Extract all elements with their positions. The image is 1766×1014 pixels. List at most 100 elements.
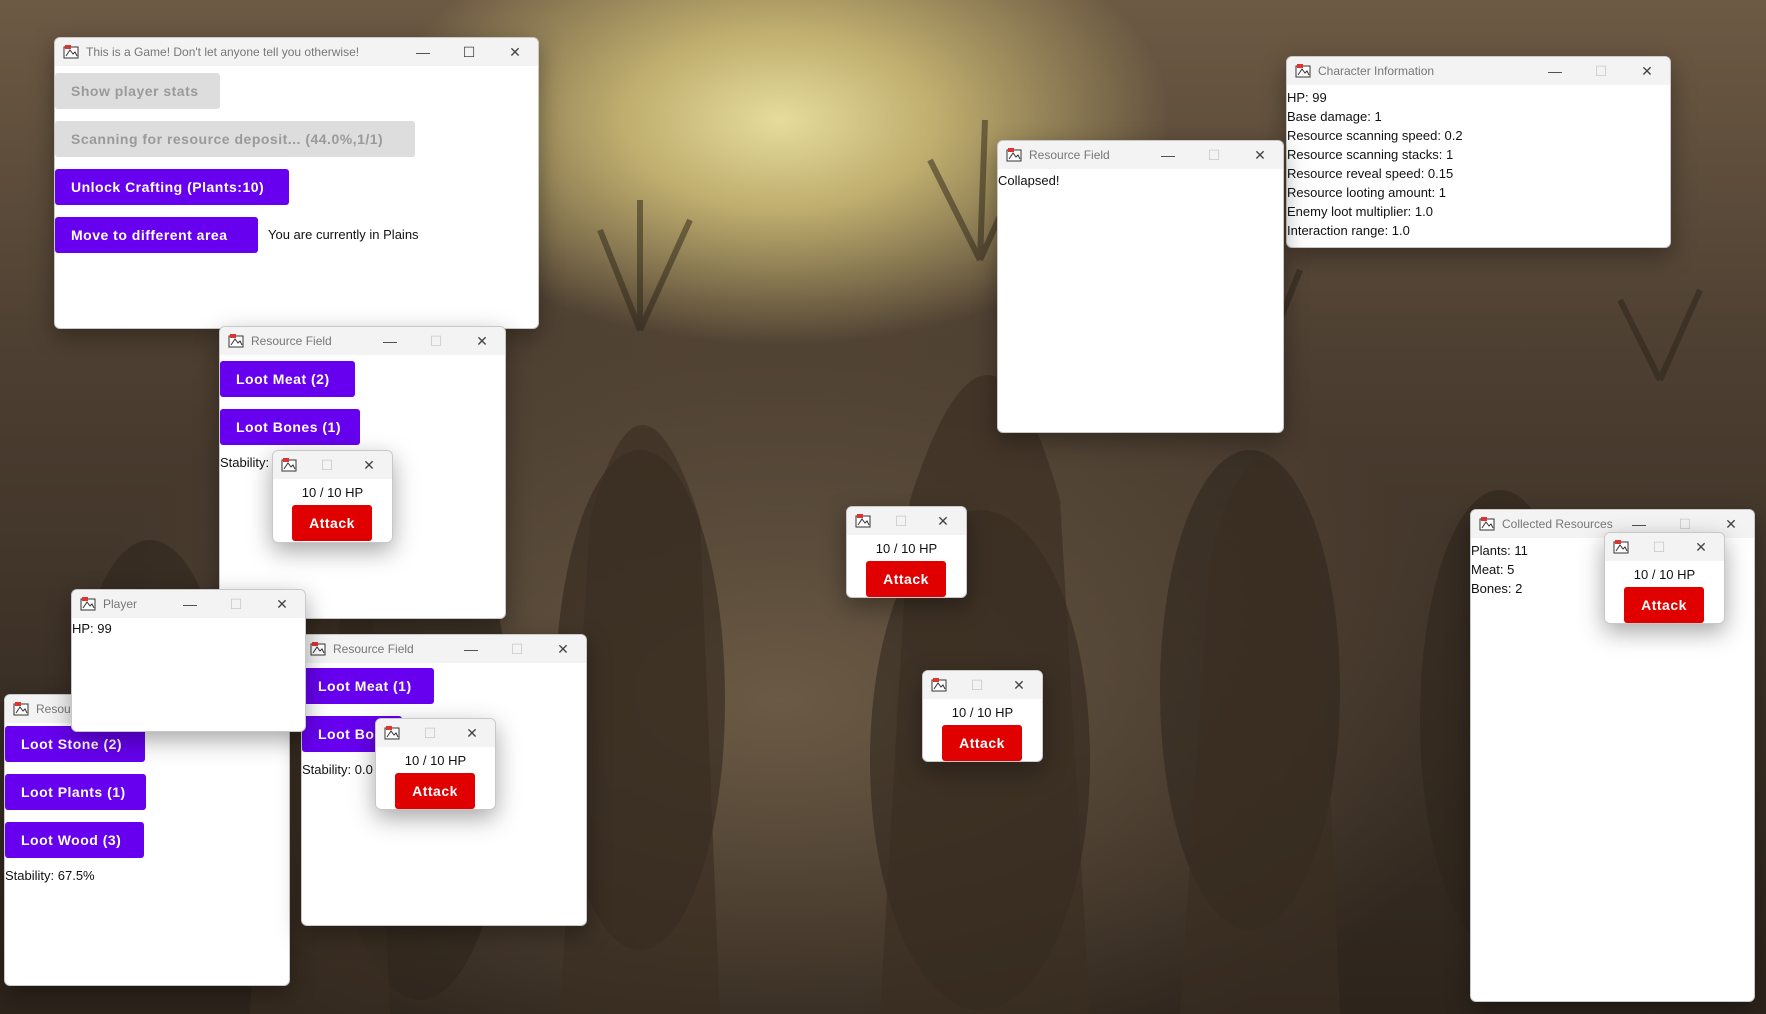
resource-field-titlebar[interactable]: Resource Field — ☐ ✕: [302, 635, 586, 663]
enemy-window: ☐ ✕ 10 / 10 HP Attack: [272, 450, 393, 543]
show-player-stats-button[interactable]: Show player stats: [55, 73, 220, 109]
enemy-titlebar[interactable]: ☐ ✕: [1605, 533, 1724, 561]
player-title: Player: [103, 597, 138, 611]
close-icon[interactable]: ✕: [259, 590, 305, 618]
resource-field-title: Resour: [36, 702, 75, 716]
java-app-icon: [1295, 63, 1311, 79]
attack-button[interactable]: Attack: [866, 561, 946, 597]
resource-field-collapsed-window: Resource Field — ☐ ✕ Collapsed!: [997, 140, 1284, 433]
maximize-icon: ☐: [1207, 146, 1221, 163]
close-icon[interactable]: ✕: [1678, 533, 1724, 561]
player-window: Player — ☐ ✕ HP: 99: [71, 589, 306, 732]
loot-wood-button[interactable]: Loot Wood (3): [5, 822, 144, 858]
maximize-icon[interactable]: ☐: [446, 38, 492, 66]
close-icon[interactable]: ✕: [920, 507, 966, 535]
close-icon[interactable]: ✕: [492, 38, 538, 66]
maximize-icon: ☐: [423, 724, 437, 741]
minimize-icon[interactable]: —: [367, 327, 413, 355]
maximize-icon: ☐: [510, 640, 524, 657]
close-icon[interactable]: ✕: [1237, 141, 1283, 169]
stat-interaction-range: Interaction range: 1.0: [1287, 223, 1410, 238]
stability-text: Stability: 67.5%: [5, 868, 95, 883]
enemy-titlebar[interactable]: ☐ ✕: [847, 507, 966, 535]
java-app-icon: [13, 701, 29, 717]
minimize-icon[interactable]: —: [167, 590, 213, 618]
stat-reveal-speed: Resource reveal speed: 0.15: [1287, 166, 1454, 181]
java-app-icon: [1006, 147, 1022, 163]
collected-resources-title: Collected Resources: [1502, 517, 1613, 531]
loot-plants-button[interactable]: Loot Plants (1): [5, 774, 146, 810]
resource-field-title: Resource Field: [333, 642, 414, 656]
main-window-title: This is a Game! Don't let anyone tell yo…: [86, 45, 360, 59]
enemy-window: ☐ ✕ 10 / 10 HP Attack: [1604, 532, 1725, 624]
enemy-titlebar[interactable]: ☐ ✕: [923, 671, 1042, 699]
maximize-icon: ☐: [229, 595, 243, 612]
attack-button[interactable]: Attack: [395, 773, 475, 809]
enemy-hp-text: 10 / 10 HP: [1633, 567, 1696, 582]
loot-bones-button[interactable]: Loot Bones (1): [220, 409, 360, 445]
collapsed-status-text: Collapsed!: [998, 173, 1060, 188]
resource-field-title: Resource Field: [1029, 148, 1110, 162]
close-icon[interactable]: ✕: [346, 451, 392, 479]
maximize-icon: ☐: [1652, 538, 1666, 555]
character-info-title: Character Information: [1318, 64, 1435, 78]
stat-scanning-stacks: Resource scanning stacks: 1: [1287, 147, 1454, 162]
attack-button[interactable]: Attack: [942, 725, 1022, 761]
enemy-hp-text: 10 / 10 HP: [404, 753, 467, 768]
scanning-progress-button[interactable]: Scanning for resource deposit... (44.0%,…: [55, 121, 415, 157]
enemy-hp-text: 10 / 10 HP: [301, 485, 364, 500]
enemy-window: ☐ ✕ 10 / 10 HP Attack: [846, 506, 967, 598]
character-info-titlebar[interactable]: Character Information — ☐ ✕: [1287, 57, 1670, 85]
minimize-icon[interactable]: —: [1145, 141, 1191, 169]
java-app-icon: [310, 641, 326, 657]
enemy-window: ☐ ✕ 10 / 10 HP Attack: [922, 670, 1043, 762]
stat-base-damage: Base damage: 1: [1287, 109, 1382, 124]
stability-text: Stability:: [220, 455, 270, 470]
stat-enemy-loot-multiplier: Enemy loot multiplier: 1.0: [1287, 204, 1433, 219]
resource-field-titlebar[interactable]: Resource Field — ☐ ✕: [998, 141, 1283, 169]
enemy-titlebar[interactable]: ☐ ✕: [273, 451, 392, 479]
minimize-icon[interactable]: —: [1532, 57, 1578, 85]
loot-meat-button[interactable]: Loot Meat (1): [302, 668, 434, 704]
close-icon[interactable]: ✕: [449, 719, 495, 747]
maximize-icon: ☐: [429, 332, 443, 349]
location-text: You are currently in Plains: [268, 227, 419, 242]
move-area-button[interactable]: Move to different area: [55, 217, 258, 253]
stability-text: Stability: 0.0: [302, 762, 373, 777]
enemy-titlebar[interactable]: ☐ ✕: [376, 719, 495, 747]
main-window-titlebar[interactable]: This is a Game! Don't let anyone tell yo…: [55, 38, 538, 66]
enemy-hp-text: 10 / 10 HP: [951, 705, 1014, 720]
maximize-icon: ☐: [320, 456, 334, 473]
java-app-icon: [384, 725, 400, 741]
minimize-icon[interactable]: —: [448, 635, 494, 663]
enemy-window: ☐ ✕ 10 / 10 HP Attack: [375, 718, 496, 810]
java-app-icon: [80, 596, 96, 612]
loot-meat-button[interactable]: Loot Meat (2): [220, 361, 355, 397]
main-game-window: This is a Game! Don't let anyone tell yo…: [54, 37, 539, 329]
attack-button[interactable]: Attack: [292, 505, 372, 541]
attack-button[interactable]: Attack: [1624, 587, 1704, 623]
java-app-icon: [281, 457, 297, 473]
resource-field-titlebar[interactable]: Resource Field — ☐ ✕: [220, 327, 505, 355]
java-app-icon: [63, 44, 79, 60]
maximize-icon: ☐: [1594, 62, 1608, 79]
java-app-icon: [855, 513, 871, 529]
close-icon[interactable]: ✕: [996, 671, 1042, 699]
unlock-crafting-button[interactable]: Unlock Crafting (Plants:10): [55, 169, 289, 205]
stat-hp: HP: 99: [1287, 90, 1327, 105]
close-icon[interactable]: ✕: [459, 327, 505, 355]
close-icon[interactable]: ✕: [540, 635, 586, 663]
java-app-icon: [1479, 516, 1495, 532]
close-icon[interactable]: ✕: [1624, 57, 1670, 85]
stat-looting-amount: Resource looting amount: 1: [1287, 185, 1446, 200]
player-titlebar[interactable]: Player — ☐ ✕: [72, 590, 305, 618]
player-hp-text: HP: 99: [72, 621, 112, 636]
java-app-icon: [1613, 539, 1629, 555]
resource-field-stone-plants-wood-window: Resour Loot Stone (2) Loot Plants (1) Lo…: [4, 694, 290, 986]
minimize-icon[interactable]: —: [400, 38, 446, 66]
resource-field-title: Resource Field: [251, 334, 332, 348]
maximize-icon: ☐: [894, 512, 908, 529]
enemy-hp-text: 10 / 10 HP: [875, 541, 938, 556]
maximize-icon: ☐: [970, 676, 984, 693]
stat-scanning-speed: Resource scanning speed: 0.2: [1287, 128, 1463, 143]
